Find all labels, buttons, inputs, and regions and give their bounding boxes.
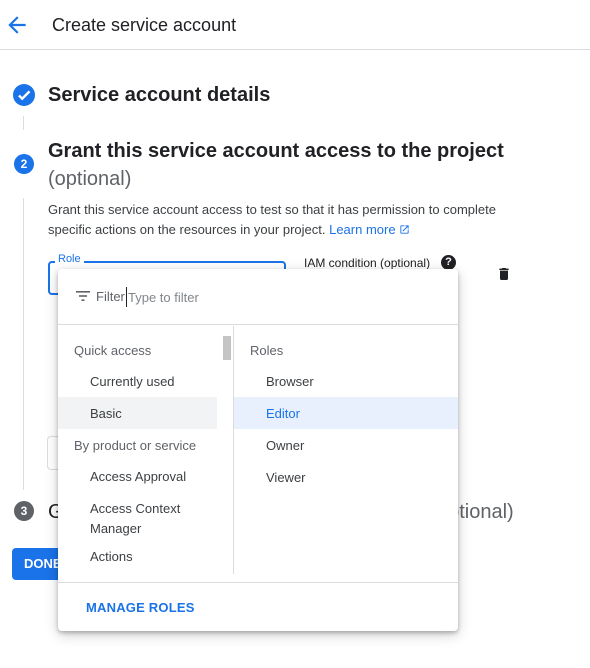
step-1-title[interactable]: Service account details [48, 84, 270, 107]
filter-input[interactable] [126, 287, 428, 307]
page-title: Create service account [52, 15, 237, 35]
step-complete-icon [13, 84, 35, 106]
category-item[interactable]: Currently used [90, 374, 175, 389]
quick-access-header: Quick access [74, 343, 152, 358]
category-list[interactable]: Quick access Currently used Basic By pro… [58, 326, 234, 574]
category-item[interactable]: Basic [90, 406, 122, 421]
scrollbar-thumb[interactable] [223, 336, 231, 360]
role-label: Role [55, 253, 84, 265]
manage-roles-button[interactable]: MANAGE ROLES [86, 600, 195, 615]
iam-condition-label: IAM condition (optional) [304, 256, 431, 270]
filter-row: Filter [58, 269, 458, 325]
dropdown-footer: MANAGE ROLES [58, 582, 458, 631]
step-2-description: Grant this service account access to tes… [48, 200, 518, 240]
back-button[interactable] [4, 12, 30, 38]
role-dropdown: Filter Quick access Currently used Basic… [58, 269, 458, 631]
step-2-optional: (optional) [48, 168, 132, 190]
role-option[interactable]: Editor [266, 406, 300, 421]
roles-header: Roles [250, 343, 284, 358]
description-text: Grant this service account access to tes… [48, 202, 496, 237]
filter-label: Filter [96, 289, 125, 304]
category-item[interactable]: Actions [90, 549, 133, 564]
delete-icon[interactable] [496, 266, 512, 287]
filter-icon [76, 291, 90, 301]
learn-more-label: Learn more [329, 222, 396, 237]
step-connector [23, 198, 24, 490]
category-item[interactable]: Access Context Manager [90, 499, 220, 539]
arrow-back-icon [8, 16, 26, 34]
step-2-title: Grant this service account access to the… [48, 140, 504, 162]
category-item[interactable]: Access Approval [90, 469, 186, 484]
top-bar: Create service account [0, 0, 590, 50]
step-3-number: 3 [14, 501, 34, 521]
open-in-new-icon [399, 225, 409, 234]
step-connector [23, 116, 24, 130]
role-option[interactable]: Browser [266, 374, 314, 389]
category-item-selected[interactable] [58, 397, 217, 429]
check-icon [18, 90, 31, 101]
step-2-number: 2 [14, 154, 34, 174]
product-header: By product or service [74, 438, 197, 453]
learn-more-link[interactable]: Learn more [329, 222, 409, 237]
role-option[interactable]: Viewer [266, 470, 306, 485]
roles-list[interactable]: Roles Browser Editor Owner Viewer [234, 326, 458, 574]
help-icon[interactable]: ? [441, 255, 456, 270]
role-option[interactable]: Owner [266, 438, 304, 453]
